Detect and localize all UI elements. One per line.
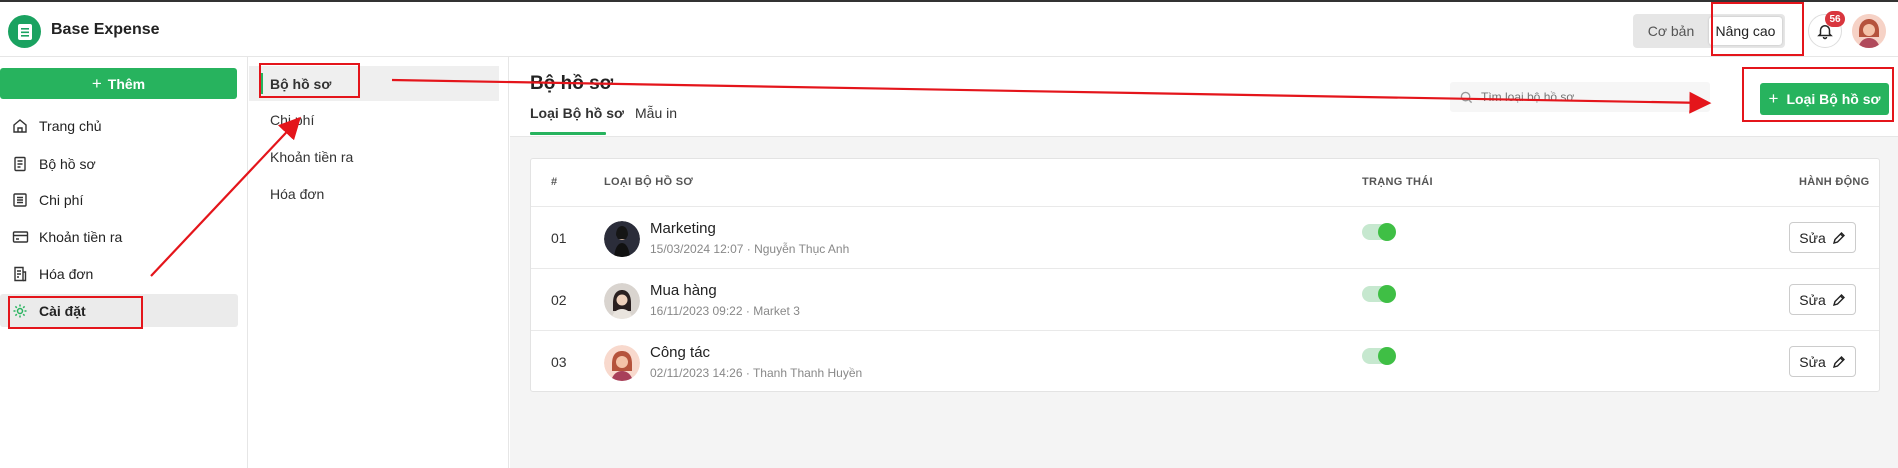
pencil-icon [1832,355,1845,368]
row-avatar [604,283,640,319]
subnav-item-profiles[interactable]: Bộ hồ sơ [249,66,499,101]
edit-label: Sửa [1799,229,1826,246]
add-profile-type-label: Loại Bộ hồ sơ [1786,91,1881,107]
plus-icon: + [1768,89,1779,108]
column-header-type: LOẠI BỘ HỒ SƠ [604,176,694,188]
edit-label: Sửa [1799,353,1826,370]
row-name[interactable]: Marketing [650,220,716,237]
row-index: 01 [551,230,567,246]
mode-advanced-button[interactable]: Nâng cao [1709,17,1782,45]
sidebar-item-home[interactable]: Trang chủ [0,109,238,142]
sidebar-item-label: Chi phí [39,191,84,208]
row-meta: 16/11/2023 09:22 · Market 3 [650,304,800,318]
toggle-knob [1378,347,1396,365]
notification-badge: 56 [1825,11,1845,27]
status-toggle[interactable] [1362,347,1396,365]
app-title: Base Expense [51,21,160,38]
tab-print-templates[interactable]: Mẫu in [635,105,677,133]
app-logo-icon[interactable] [8,15,41,48]
profile-types-table: # LOẠI BỘ HỒ SƠ TRẠNG THÁI HÀNH ĐỘNG 01 … [530,158,1880,392]
user-avatar[interactable] [1852,14,1886,48]
card-icon [11,228,29,246]
tab-profile-types[interactable]: Loại Bộ hồ sơ [530,105,624,133]
main-header: Bộ hồ sơ Loại Bộ hồ sơ Mẫu in + Loại Bộ … [510,57,1898,137]
active-tab-indicator [530,132,606,135]
subnav-item-invoices[interactable]: Hóa đơn [249,176,499,211]
list-icon [11,191,29,209]
edit-label: Sửa [1799,291,1826,308]
sidebar-item-profiles[interactable]: Bộ hồ sơ [0,147,238,180]
edit-button[interactable]: Sửa [1789,222,1856,253]
edit-button[interactable]: Sửa [1789,346,1856,377]
sidebar-item-invoices[interactable]: Hóa đơn [0,257,238,290]
subnav-item-expenses[interactable]: Chi phí [249,102,499,137]
pencil-icon [1832,231,1845,244]
table-row[interactable]: 03 Công tác 02/11/2023 14:26 · Thanh Tha… [531,330,1879,392]
row-index: 02 [551,292,567,308]
home-icon [11,117,29,135]
table-row[interactable]: 02 Mua hàng 16/11/2023 09:22 · Market 3 … [531,268,1879,330]
sidebar-item-settings[interactable]: Cài đặt [0,294,238,327]
add-button-label: Thêm [107,75,146,92]
mode-basic-button[interactable]: Cơ bản [1636,17,1706,45]
mode-switch: Cơ bản Nâng cao [1633,14,1785,48]
column-header-action: HÀNH ĐỘNG [1799,176,1870,188]
pencil-icon [1832,293,1845,306]
plus-icon: + [91,73,102,93]
status-toggle[interactable] [1362,285,1396,303]
sidebar-item-label: Bộ hồ sơ [39,155,96,172]
invoice-icon [11,265,29,283]
sidebar-item-label: Trang chủ [39,117,102,134]
row-name[interactable]: Mua hàng [650,282,717,299]
edit-button[interactable]: Sửa [1789,284,1856,315]
search-input[interactable] [1481,90,1701,104]
sidebar: + Thêm Trang chủ Bộ hồ sơ Chi phí Khoản … [0,57,248,468]
row-avatar [604,221,640,257]
top-bar: Base Expense Cơ bản Nâng cao 56 [0,0,1898,57]
sidebar-item-label: Cài đặt [39,302,86,319]
toggle-knob [1378,285,1396,303]
row-index: 03 [551,354,567,370]
toggle-knob [1378,223,1396,241]
document-icon [11,155,29,173]
status-toggle[interactable] [1362,223,1396,241]
sidebar-item-outflows[interactable]: Khoản tiền ra [0,220,238,253]
settings-subnav: Bộ hồ sơ Chi phí Khoản tiền ra Hóa đơn [249,57,509,468]
row-meta: 02/11/2023 14:26 · Thanh Thanh Huyền [650,366,863,380]
add-button[interactable]: + Thêm [0,68,237,99]
search-box [1450,82,1710,112]
row-meta: 15/03/2024 12:07 · Nguyễn Thục Anh [650,242,850,256]
subnav-item-outflows[interactable]: Khoản tiền ra [249,139,499,174]
page-title: Bộ hồ sơ [530,73,614,94]
column-header-index: # [551,176,558,188]
sidebar-item-label: Hóa đơn [39,265,94,282]
main-content: Bộ hồ sơ Loại Bộ hồ sơ Mẫu in + Loại Bộ … [510,57,1898,468]
gear-icon [11,302,29,320]
sidebar-item-label: Khoản tiền ra [39,228,123,245]
search-icon [1460,91,1473,103]
add-profile-type-button[interactable]: + Loại Bộ hồ sơ [1760,83,1889,115]
column-header-status: TRẠNG THÁI [1362,176,1433,188]
row-avatar [604,345,640,381]
sidebar-item-expenses[interactable]: Chi phí [0,183,238,216]
table-row[interactable]: 01 Marketing 15/03/2024 12:07 · Nguyễn T… [531,206,1879,268]
row-name[interactable]: Công tác [650,344,710,361]
